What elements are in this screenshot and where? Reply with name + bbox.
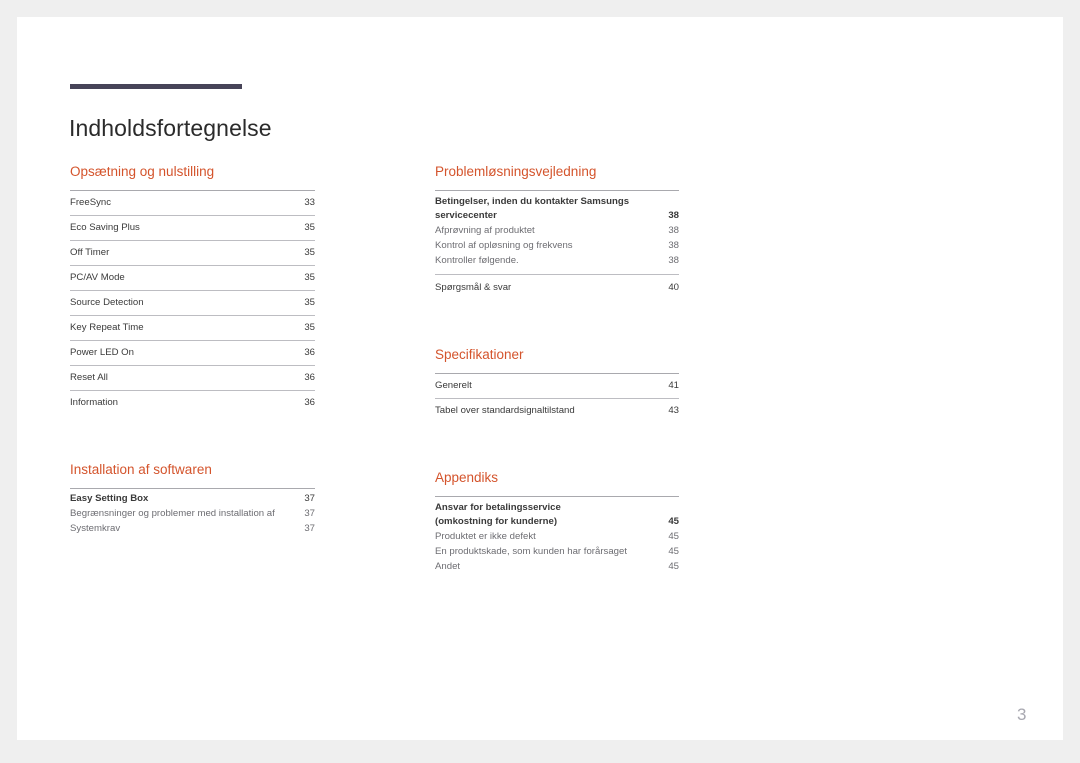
toc-column-left: Opsætning og nulstilling FreeSync 33 Eco Sa… [70, 163, 315, 536]
toc-entry[interactable]: Begrænsninger og problemer med installat… [70, 506, 315, 521]
toc-entry-page-number: 37 [304, 508, 315, 519]
toc-entry[interactable]: Afprøvning af produktet 38 [435, 223, 679, 238]
toc-entry-label: Information [70, 397, 118, 408]
toc-section-heading: Appendiks [435, 470, 499, 485]
toc-entry-page-number: 37 [304, 523, 315, 534]
toc-entry-page-number: 36 [304, 347, 315, 358]
toc-column-right: Problemløsningsvejledning Betingelser, in… [435, 163, 679, 574]
toc-entry[interactable]: Power LED On 36 [70, 340, 315, 365]
toc-entry[interactable]: En produktskade, som kunden har forårsag… [435, 544, 679, 559]
toc-entry[interactable]: Betingelser, inden du kontakter Samsungs… [435, 191, 679, 223]
toc-entry-label-line2: servicecenter [435, 209, 497, 221]
toc-entry-page-number: 43 [668, 405, 679, 416]
toc-entry[interactable]: Kontroller følgende. 38 [435, 253, 679, 268]
toc-entry-page-number: 38 [668, 209, 679, 221]
toc-entry-page-number: 35 [304, 222, 315, 233]
toc-entry-label: Eco Saving Plus [70, 222, 140, 233]
toc-entry-page-number: 35 [304, 297, 315, 308]
toc-entry-page-number: 33 [304, 197, 315, 208]
toc-entry-label: Generelt [435, 380, 472, 391]
toc-entry[interactable]: Generelt 41 [435, 374, 679, 398]
toc-entry-label: Source Detection [70, 297, 144, 308]
toc-entry-label: Easy Setting Box [70, 493, 149, 504]
toc-entry[interactable]: Source Detection 35 [70, 290, 315, 315]
toc-entry[interactable]: Eco Saving Plus 35 [70, 215, 315, 240]
toc-entry[interactable]: Easy Setting Box 37 [70, 489, 315, 506]
toc-entry[interactable]: Produktet er ikke defekt 45 [435, 529, 679, 544]
toc-entry-label: Spørgsmål & svar [435, 282, 512, 293]
toc-entry[interactable]: Andet 45 [435, 559, 679, 574]
toc-entry-page-number: 45 [668, 515, 679, 527]
toc-entry[interactable]: Tabel over standardsignaltilstand 43 [435, 398, 679, 423]
toc-entry-label: Produktet er ikke defekt [435, 531, 536, 542]
title-accent-rule [70, 84, 242, 89]
toc-entry-page-number: 35 [304, 247, 315, 258]
toc-entry-page-number: 45 [668, 561, 679, 572]
toc-entry-label-continued: servicecenter 38 [435, 209, 679, 223]
toc-entry-label-line2: (omkostning for kunderne) [435, 515, 558, 527]
toc-entry[interactable]: Key Repeat Time 35 [70, 315, 315, 340]
toc-entry-label: FreeSync [70, 197, 112, 208]
toc-entry[interactable]: PC/AV Mode 35 [70, 265, 315, 290]
toc-entry-label: Off Timer [70, 247, 110, 258]
toc-entry-page-number: 35 [304, 322, 315, 333]
toc-entry-label: En produktskade, som kunden har forårsag… [435, 546, 627, 557]
toc-entry-label: Kontrol af opløsning og frekvens [435, 240, 573, 251]
toc-entry-label: Reset All [70, 372, 108, 383]
toc-entry-page-number: 38 [668, 255, 679, 266]
toc-entry[interactable]: Ansvar for betalingsservice (omkostning f… [435, 497, 679, 529]
toc-entry[interactable]: Off Timer 35 [70, 240, 315, 265]
toc-section-heading: Specifikationer [435, 347, 524, 362]
toc-section: Opsætning og nulstilling FreeSync 33 Eco Sa… [70, 163, 315, 415]
toc-entry-page-number: 36 [304, 397, 315, 408]
toc-entry-page-number: 41 [668, 380, 679, 391]
toc-entry-page-number: 38 [668, 240, 679, 251]
toc-entry-label: Andet [435, 561, 461, 572]
toc-entry-page-number: 45 [668, 546, 679, 557]
toc-section-heading: Installation af softwaren [70, 462, 212, 477]
page-number-footer: 3 [1017, 705, 1027, 724]
toc-entry-label: Power LED On [70, 347, 134, 358]
toc-entry[interactable]: Information 36 [70, 390, 315, 415]
toc-entry-page-number: 36 [304, 372, 315, 383]
toc-section: Problemløsningsvejledning Betingelser, in… [435, 163, 679, 300]
toc-entry-page-number: 40 [668, 282, 679, 293]
toc-section: Appendiks Ansvar for betalingsservice (omk… [435, 469, 679, 574]
toc-entry-label: PC/AV Mode [70, 272, 125, 283]
toc-entry-label: Afprøvning af produktet [435, 225, 535, 236]
toc-entry[interactable]: Spørgsmål & svar 40 [435, 274, 679, 300]
toc-entry-list: Betingelser, inden du kontakter Samsungs… [435, 191, 679, 300]
toc-entry-label-continued: (omkostning for kunderne) 45 [435, 515, 679, 529]
toc-entry-list: Easy Setting Box 37 Begrænsninger og probl… [70, 489, 315, 536]
toc-entry-list: FreeSync 33 Eco Saving Plus 35 Off Timer 35 PC… [70, 191, 315, 415]
toc-entry-list: Generelt 41 Tabel over standardsignaltilst… [435, 374, 679, 423]
toc-section: Installation af softwaren Easy Setting Bo… [70, 461, 315, 536]
toc-entry[interactable]: Kontrol af opløsning og frekvens 38 [435, 238, 679, 253]
toc-entry[interactable]: Reset All 36 [70, 365, 315, 390]
toc-entry-label: Key Repeat Time [70, 322, 144, 333]
toc-section: Specifikationer Generelt 41 Tabel over stan… [435, 346, 679, 423]
toc-entry-page-number: 45 [668, 531, 679, 542]
toc-entry-label: Kontroller følgende. [435, 255, 519, 266]
toc-entry-label: Ansvar for betalingsservice [435, 502, 561, 513]
toc-entry-page-number: 38 [668, 225, 679, 236]
toc-entry-label: Systemkrav [70, 523, 121, 534]
toc-entry-page-number: 37 [304, 493, 315, 504]
page-title: Indholdsfortegnelse [69, 115, 272, 142]
toc-entry[interactable]: FreeSync 33 [70, 191, 315, 215]
toc-entry-label: Begrænsninger og problemer med installat… [70, 508, 275, 519]
toc-entry-label: Tabel over standardsignaltilstand [435, 405, 575, 416]
toc-section-heading: Opsætning og nulstilling [70, 164, 215, 179]
toc-section-heading: Problemløsningsvejledning [435, 164, 597, 179]
toc-entry-list: Ansvar for betalingsservice (omkostning f… [435, 497, 679, 574]
toc-entry[interactable]: Systemkrav 37 [70, 521, 315, 536]
document-page: Indholdsfortegnelse Opsætning og nulstil… [17, 17, 1063, 740]
toc-entry-page-number: 35 [304, 272, 315, 283]
toc-entry-label: Betingelser, inden du kontakter Samsungs [435, 196, 630, 207]
